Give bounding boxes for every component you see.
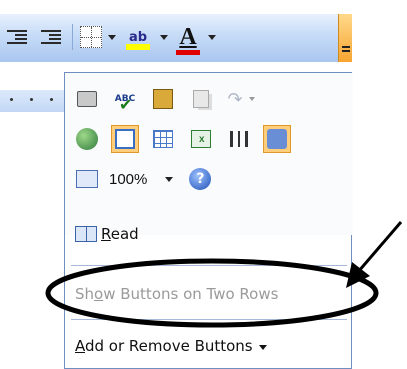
add-remove-buttons-item[interactable]: Add or Remove Buttons (65, 331, 351, 361)
insert-excel-icon (191, 130, 211, 148)
zoom-value[interactable]: 100% (109, 171, 147, 188)
redo-button[interactable]: ↷ (225, 85, 245, 113)
borders-icon (80, 26, 102, 48)
toolbar-options-button[interactable] (338, 14, 352, 62)
toolbar-options-menu: ABC ↷ 100% ? Read Show Buttons on Two Ro… (64, 72, 353, 369)
borders-button[interactable] (80, 22, 102, 52)
chevron-down-icon (160, 34, 168, 40)
icon-row-3: 100% ? (73, 165, 212, 193)
submenu-arrow-icon (258, 344, 267, 350)
print-preview-button[interactable] (73, 85, 101, 113)
research-button[interactable] (149, 85, 177, 113)
menu-separator (71, 319, 347, 320)
toolbar-separator (72, 24, 73, 50)
print-preview-icon (77, 91, 97, 107)
borders-dropdown[interactable] (108, 22, 116, 52)
menu-separator (71, 265, 347, 266)
web-toolbar-button[interactable] (73, 125, 101, 153)
columns-icon (230, 131, 248, 147)
book-icon (75, 226, 97, 242)
read-label: Read (101, 225, 139, 243)
show-buttons-label: Show Buttons on Two Rows (75, 285, 279, 303)
insert-table-button[interactable] (149, 125, 177, 153)
redo-icon: ↷ (227, 88, 243, 110)
drawing-button[interactable] (263, 125, 291, 153)
font-color-icon: A (176, 24, 200, 55)
font-color-button[interactable]: A (176, 22, 200, 55)
highlight-dropdown[interactable] (160, 22, 168, 52)
highlight-button[interactable]: ab (124, 22, 152, 52)
zoom-icon (76, 170, 98, 188)
zoom-dropdown-icon[interactable] (165, 176, 174, 182)
formatting-toolbar: ab A (0, 14, 352, 62)
copy-button[interactable] (187, 85, 215, 113)
read-menu-item[interactable]: Read (65, 219, 351, 249)
pointer-arrow-line (356, 221, 403, 273)
insert-table-icon (153, 130, 173, 148)
icon-row-2 (73, 125, 301, 153)
icon-row-1: ABC ↷ (73, 85, 255, 113)
add-remove-label: Add or Remove Buttons (75, 337, 253, 355)
redo-dropdown-icon[interactable] (249, 97, 255, 101)
show-buttons-two-rows-item[interactable]: Show Buttons on Two Rows (65, 279, 351, 309)
increase-indent-icon[interactable] (38, 22, 64, 52)
insert-excel-button[interactable] (187, 125, 215, 153)
chevron-down-icon (108, 34, 116, 40)
web-toolbar-icon (76, 128, 98, 150)
columns-button[interactable] (225, 125, 253, 153)
highlight-icon: ab (124, 30, 152, 50)
copy-icon (193, 90, 209, 108)
decrease-indent-icon[interactable] (4, 22, 30, 52)
tables-borders-button[interactable] (111, 125, 139, 153)
spelling-grammar-icon: ABC (115, 94, 135, 104)
standard-toolbar-fragment (0, 90, 66, 112)
drawing-icon (267, 129, 287, 149)
spelling-grammar-button[interactable]: ABC (111, 85, 139, 113)
help-icon[interactable]: ? (189, 168, 212, 190)
zoom-button[interactable] (73, 165, 101, 193)
tables-borders-icon (115, 129, 135, 149)
chevron-down-icon (208, 34, 216, 40)
research-icon (153, 89, 173, 109)
font-color-dropdown[interactable] (208, 22, 216, 52)
